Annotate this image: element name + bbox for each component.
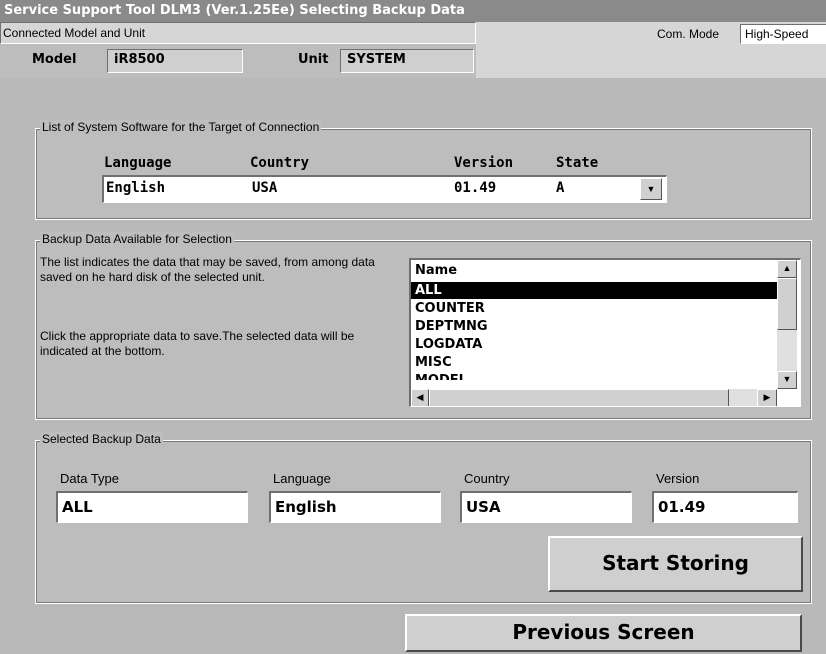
selected-backup-group: Selected Backup Data Data Type ALL Langu… xyxy=(35,432,812,604)
system-software-title: List of System Software for the Target o… xyxy=(40,120,322,134)
backup-available-title: Backup Data Available for Selection xyxy=(40,232,234,246)
header-country: Country xyxy=(250,155,310,171)
arrow-up-icon: ▲ xyxy=(782,263,792,273)
backup-available-group: Backup Data Available for Selection The … xyxy=(35,232,812,420)
list-item-deptmng[interactable]: DEPTMNG xyxy=(411,318,488,335)
system-software-group: List of System Software for the Target o… xyxy=(35,120,812,220)
list-item-misc[interactable]: MISC xyxy=(411,354,452,371)
backup-description-2: Click the appropriate data to save.The s… xyxy=(40,329,355,358)
scroll-up-button[interactable]: ▲ xyxy=(777,260,797,278)
list-item-model[interactable]: MODEL xyxy=(411,372,467,380)
selected-backup-title: Selected Backup Data xyxy=(40,432,163,446)
country-field: USA xyxy=(460,491,632,523)
data-type-field: ALL xyxy=(56,491,248,523)
version-field: 01.49 xyxy=(652,491,798,523)
version-label: Version xyxy=(656,471,700,486)
horizontal-scroll-thumb[interactable] xyxy=(429,389,729,406)
chevron-down-icon: ▼ xyxy=(646,184,656,194)
previous-screen-button[interactable]: Previous Screen xyxy=(405,614,802,652)
country-label: Country xyxy=(464,471,510,486)
language-field: English xyxy=(269,491,441,523)
language-label: Language xyxy=(273,471,331,486)
combo-country: USA xyxy=(252,180,278,196)
model-value: iR8500 xyxy=(107,49,243,73)
list-item-all[interactable]: ALL xyxy=(411,282,779,299)
unit-value: SYSTEM xyxy=(340,49,474,73)
list-item-logdata[interactable]: LOGDATA xyxy=(411,336,482,353)
window-title: Service Support Tool DLM3 (Ver.1.25Ee) S… xyxy=(0,0,826,22)
header-state: State xyxy=(556,155,599,171)
scroll-right-button[interactable]: ▶ xyxy=(757,389,777,406)
data-type-label: Data Type xyxy=(60,471,120,486)
combo-state: A xyxy=(556,180,565,196)
arrow-down-icon: ▼ xyxy=(782,374,792,384)
arrow-left-icon: ◀ xyxy=(416,392,424,402)
scroll-left-button[interactable]: ◀ xyxy=(411,389,429,406)
combo-version: 01.49 xyxy=(454,180,497,196)
backup-data-list[interactable]: Name ALL COUNTER DEPTMNG LOGDATA MISC MO… xyxy=(409,258,801,407)
combo-language: English xyxy=(106,180,166,196)
arrow-right-icon: ▶ xyxy=(763,392,771,402)
backup-description-1: The list indicates the data that may be … xyxy=(40,255,375,284)
header-language: Language xyxy=(104,155,172,171)
com-mode-value: High-Speed xyxy=(740,24,826,44)
list-item-counter[interactable]: COUNTER xyxy=(411,300,485,317)
list-header-name: Name xyxy=(415,263,458,278)
scroll-down-button[interactable]: ▼ xyxy=(777,371,797,389)
com-mode-label: Com. Mode xyxy=(657,27,720,41)
system-software-combo[interactable]: English USA 01.49 A ▼ xyxy=(102,175,667,203)
combo-dropdown-button[interactable]: ▼ xyxy=(640,178,662,200)
connection-label: Connected Model and Unit xyxy=(0,22,476,44)
header-version: Version xyxy=(454,155,514,171)
unit-label: Unit xyxy=(298,52,329,67)
start-storing-button[interactable]: Start Storing xyxy=(548,536,803,592)
model-label: Model xyxy=(32,52,77,67)
scroll-thumb[interactable] xyxy=(777,278,797,330)
